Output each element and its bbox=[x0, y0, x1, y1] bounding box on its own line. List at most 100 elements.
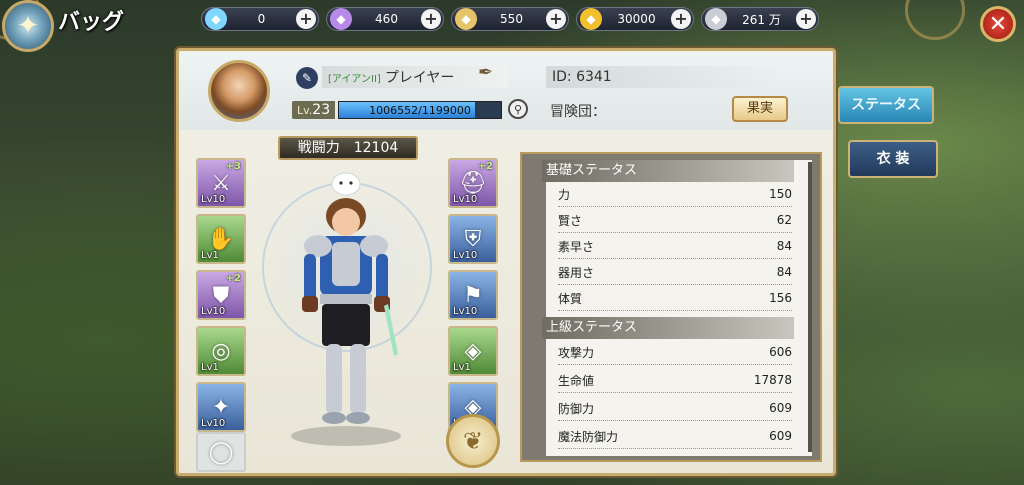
stats-list[interactable]: 基礎ステータス 上級ステータス 力 150 賢さ 62 素早さ 84 器用さ 84 体質 156 攻… bbox=[542, 160, 812, 456]
level-label: Lv.23 bbox=[292, 101, 336, 119]
stats-scrollbar[interactable] bbox=[808, 162, 812, 452]
stat-label: 賢さ bbox=[558, 213, 583, 228]
currency-bag: ◆ 550 + bbox=[451, 7, 569, 31]
add-currency-button[interactable]: + bbox=[671, 9, 691, 29]
stat-label: 生命値 bbox=[558, 373, 595, 388]
stat-row: 賢さ 62 bbox=[558, 208, 792, 233]
item-level: Lv10 bbox=[201, 418, 226, 429]
search-icon: ⚲ bbox=[513, 102, 523, 116]
add-currency-button[interactable]: + bbox=[296, 9, 316, 29]
stat-value: 62 bbox=[776, 213, 792, 227]
ring-icon: ◈ bbox=[464, 338, 482, 364]
currency-value: 30000 bbox=[617, 12, 656, 26]
avatar[interactable] bbox=[208, 60, 270, 122]
edit-title-button[interactable]: ✎ bbox=[296, 67, 318, 89]
rename-button[interactable]: ✒ bbox=[478, 62, 493, 83]
basic-stats-title: 基礎ステータス bbox=[542, 160, 794, 182]
emblem-button[interactable]: ❦ bbox=[446, 414, 500, 468]
equip-slot-chest[interactable]: ⛨ Lv10 bbox=[448, 214, 498, 264]
blue-crystal-icon: ◆ bbox=[205, 8, 227, 30]
stat-label: 器用さ bbox=[558, 265, 595, 280]
item-level: Lv1 bbox=[201, 250, 219, 261]
currency-value: 460 bbox=[375, 12, 398, 26]
stat-row: 体質 156 bbox=[558, 286, 792, 311]
item-level: Lv1 bbox=[453, 362, 471, 373]
empty-slot-icon: ◯ bbox=[208, 439, 234, 465]
stat-value: 17878 bbox=[753, 373, 792, 387]
stat-row: 器用さ 84 bbox=[558, 260, 792, 285]
player-id: ID: 6341 bbox=[546, 66, 776, 88]
currency-gold-coin: ◆ 30000 + bbox=[576, 7, 694, 31]
bag-icon: ◆ bbox=[455, 8, 477, 30]
sword-icon: ⚔ bbox=[211, 170, 231, 196]
stat-label: 防御力 bbox=[558, 401, 595, 416]
xp-bar: 1006552/1199000 bbox=[338, 101, 502, 119]
tab-status[interactable]: ステータス bbox=[838, 86, 934, 124]
stat-row: 素早さ 84 bbox=[558, 234, 792, 259]
stat-label: 素早さ bbox=[558, 239, 595, 254]
item-level: Lv10 bbox=[201, 306, 226, 317]
item-level: Lv10 bbox=[453, 194, 478, 205]
guild-label: 冒険団： bbox=[550, 104, 606, 120]
item-level: Lv10 bbox=[453, 306, 478, 317]
boots-icon: ⚑ bbox=[463, 282, 483, 308]
inspect-button[interactable]: ⚲ bbox=[508, 99, 528, 119]
currency-purple-crystal: ◆ 460 + bbox=[326, 7, 444, 31]
stats-panel: 基礎ステータス 上級ステータス 力 150 賢さ 62 素早さ 84 器用さ 84 体質 156 攻… bbox=[520, 152, 822, 462]
stat-label: 魔法防御力 bbox=[558, 429, 619, 444]
equip-slot-greaves[interactable]: ⛊ +2 Lv10 bbox=[196, 270, 246, 320]
title-tag: [アイアンII] bbox=[328, 73, 381, 85]
compass-emblem-icon: ✦ bbox=[2, 0, 54, 52]
chest-armor-icon: ⛨ bbox=[464, 226, 482, 252]
greaves-icon: ⛊ bbox=[212, 282, 230, 308]
equip-slot-gauntlet[interactable]: ✋ Lv1 bbox=[196, 214, 246, 264]
stat-row: 力 150 bbox=[558, 182, 792, 207]
gold-coin-icon: ◆ bbox=[580, 8, 602, 30]
xp-text: 1006552/1199000 bbox=[369, 104, 471, 117]
gauntlet-icon: ✋ bbox=[207, 226, 235, 252]
quill-icon: ✒ bbox=[478, 62, 494, 83]
combat-power: 戦闘力 12104 bbox=[278, 136, 418, 160]
stat-value: 156 bbox=[769, 291, 792, 305]
equip-slot-bracer[interactable]: ◎ Lv1 bbox=[196, 326, 246, 376]
purple-crystal-icon: ◆ bbox=[330, 8, 352, 30]
pencil-icon: ✎ bbox=[301, 71, 313, 85]
stat-value: 606 bbox=[769, 345, 792, 359]
currency-value: 550 bbox=[500, 12, 523, 26]
enhance-level: +2 bbox=[477, 161, 493, 172]
page-title: バッグ bbox=[58, 10, 125, 35]
enhance-level: +2 bbox=[225, 273, 241, 284]
bracer-icon: ◎ bbox=[211, 338, 231, 364]
equip-slot-sword[interactable]: ⚔ +3 Lv10 bbox=[196, 158, 246, 208]
add-currency-button[interactable]: + bbox=[796, 9, 816, 29]
advanced-stats-title: 上級ステータス bbox=[542, 317, 794, 339]
fruit-button[interactable]: 果実 bbox=[732, 96, 788, 122]
helmet-icon: ⛑ bbox=[459, 170, 487, 196]
corner-ornament bbox=[905, 0, 965, 40]
equip-slot-amulet[interactable]: ✦ Lv10 bbox=[196, 382, 246, 432]
add-currency-button[interactable]: + bbox=[421, 9, 441, 29]
equip-slot-boots[interactable]: ⚑ Lv10 bbox=[448, 270, 498, 320]
crest-icon: ❦ bbox=[462, 427, 484, 455]
currency-value: 261 万 bbox=[742, 12, 781, 27]
enhance-level: +3 bbox=[225, 161, 241, 172]
close-button[interactable]: ✕ bbox=[980, 6, 1016, 42]
stat-value: 609 bbox=[769, 429, 792, 443]
equip-slot-helmet[interactable]: ⛑ +2 Lv10 bbox=[448, 158, 498, 208]
level-prefix: Lv. bbox=[297, 104, 313, 117]
tab-costume[interactable]: 衣 装 bbox=[848, 140, 938, 178]
item-level: Lv1 bbox=[201, 362, 219, 373]
add-currency-button[interactable]: + bbox=[546, 9, 566, 29]
equip-slot-empty[interactable]: ◯ bbox=[196, 432, 246, 472]
stat-value: 84 bbox=[776, 265, 792, 279]
stat-row: 防御力 609 bbox=[558, 396, 792, 421]
stat-row: 攻撃力 606 bbox=[558, 340, 792, 365]
stat-label: 体質 bbox=[558, 291, 583, 306]
stat-value: 84 bbox=[776, 239, 792, 253]
stat-row: 魔法防御力 609 bbox=[558, 424, 792, 449]
equip-slot-ring[interactable]: ◈ Lv1 bbox=[448, 326, 498, 376]
silver-coin-icon: ◆ bbox=[705, 8, 727, 30]
player-name: プレイヤー bbox=[384, 70, 455, 86]
stat-value: 150 bbox=[769, 187, 792, 201]
item-level: Lv10 bbox=[201, 194, 226, 205]
